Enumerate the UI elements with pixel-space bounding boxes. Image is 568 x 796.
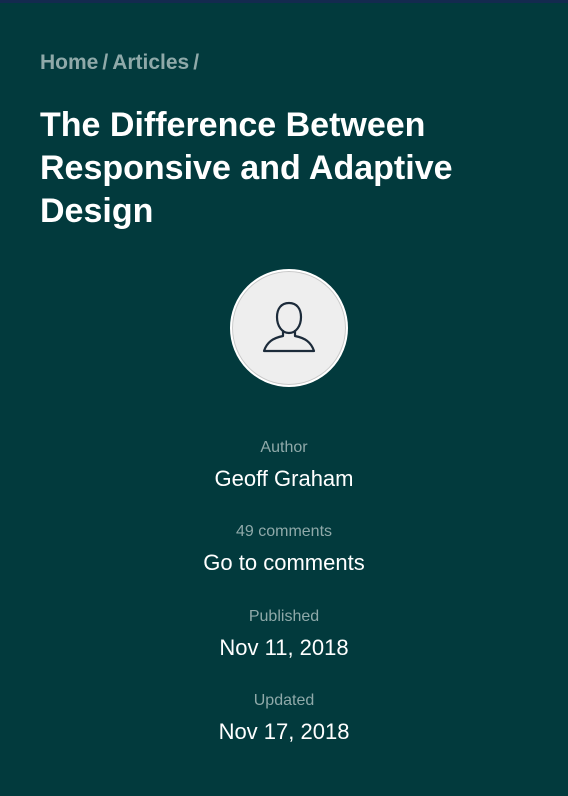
breadcrumb: Home / Articles / <box>40 50 203 76</box>
breadcrumb-articles-link[interactable]: Articles <box>112 51 189 74</box>
page-title: The Difference Between Responsive and Ad… <box>40 106 453 230</box>
published-label: Published <box>248 608 320 625</box>
updated-label: Updated <box>253 692 315 709</box>
avatar[interactable] <box>230 269 348 387</box>
published-block: Published Nov 11, 2018 <box>0 607 568 661</box>
author-label: Author <box>260 439 308 456</box>
author-block: Author Geoff Graham <box>0 438 568 492</box>
breadcrumb-home-link[interactable]: Home <box>40 51 98 74</box>
breadcrumb-separator: / <box>102 51 109 74</box>
comments-block: 49 comments Go to comments <box>0 522 568 576</box>
comments-count: 49 comments <box>235 523 333 540</box>
author-name: Geoff Graham <box>214 466 354 491</box>
top-border <box>0 0 568 3</box>
published-date: Nov 11, 2018 <box>219 635 349 660</box>
breadcrumb-separator: / <box>193 51 200 74</box>
go-to-comments-link[interactable]: Go to comments <box>203 550 364 575</box>
user-icon <box>262 301 316 353</box>
updated-date: Nov 17, 2018 <box>218 719 350 744</box>
updated-block: Updated Nov 17, 2018 <box>0 691 568 745</box>
